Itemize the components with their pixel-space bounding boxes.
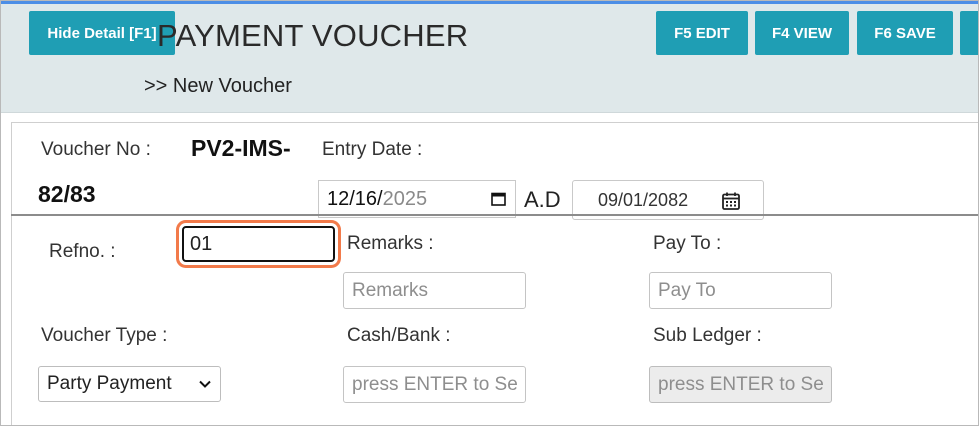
voucher-no-label: Voucher No : — [41, 139, 151, 160]
nepali-date-value: 09/01/2082 — [598, 189, 689, 210]
remarks-input[interactable] — [343, 272, 526, 309]
calendar-icon[interactable] — [491, 192, 506, 206]
cashbank-input[interactable] — [343, 366, 526, 403]
view-button[interactable]: F4 VIEW — [755, 11, 849, 55]
voucher-no-value-cont: 82/83 — [38, 181, 96, 207]
page-header: Hide Detail [F1] PAYMENT VOUCHER >> New … — [1, 4, 978, 113]
voucher-type-label: Voucher Type : — [41, 325, 168, 346]
more-button[interactable] — [960, 11, 978, 55]
entry-date-input[interactable]: 12/16/2025 — [318, 180, 516, 218]
ad-label: A.D — [524, 187, 561, 212]
entry-date-label: Entry Date : — [322, 139, 423, 160]
hide-detail-button[interactable]: Hide Detail [F1] — [29, 11, 175, 55]
subledger-label: Sub Ledger : — [653, 325, 762, 346]
page-title: PAYMENT VOUCHER — [157, 18, 469, 53]
cashbank-label: Cash/Bank : — [347, 325, 451, 346]
chevron-down-icon — [199, 380, 211, 388]
voucher-no-value: PV2-IMS- — [191, 135, 291, 161]
calendar-icon[interactable] — [721, 191, 741, 211]
app-window: Hide Detail [F1] PAYMENT VOUCHER >> New … — [0, 0, 979, 426]
refno-label: Refno. : — [49, 241, 116, 262]
subledger-input[interactable] — [649, 366, 832, 403]
remarks-label: Remarks : — [347, 233, 434, 254]
voucher-type-select[interactable]: Party Payment — [38, 366, 221, 402]
entry-date-year: 2025 — [382, 187, 428, 210]
edit-button[interactable]: F5 EDIT — [656, 11, 748, 55]
breadcrumb: >> New Voucher — [144, 75, 292, 97]
payto-label: Pay To : — [653, 233, 722, 254]
section-divider — [11, 214, 978, 216]
refno-input[interactable] — [182, 226, 335, 262]
entry-date-monthday: 12/16/ — [327, 187, 383, 210]
payto-input[interactable] — [649, 272, 832, 309]
voucher-type-value: Party Payment — [47, 373, 172, 394]
save-button[interactable]: F6 SAVE — [857, 11, 953, 55]
